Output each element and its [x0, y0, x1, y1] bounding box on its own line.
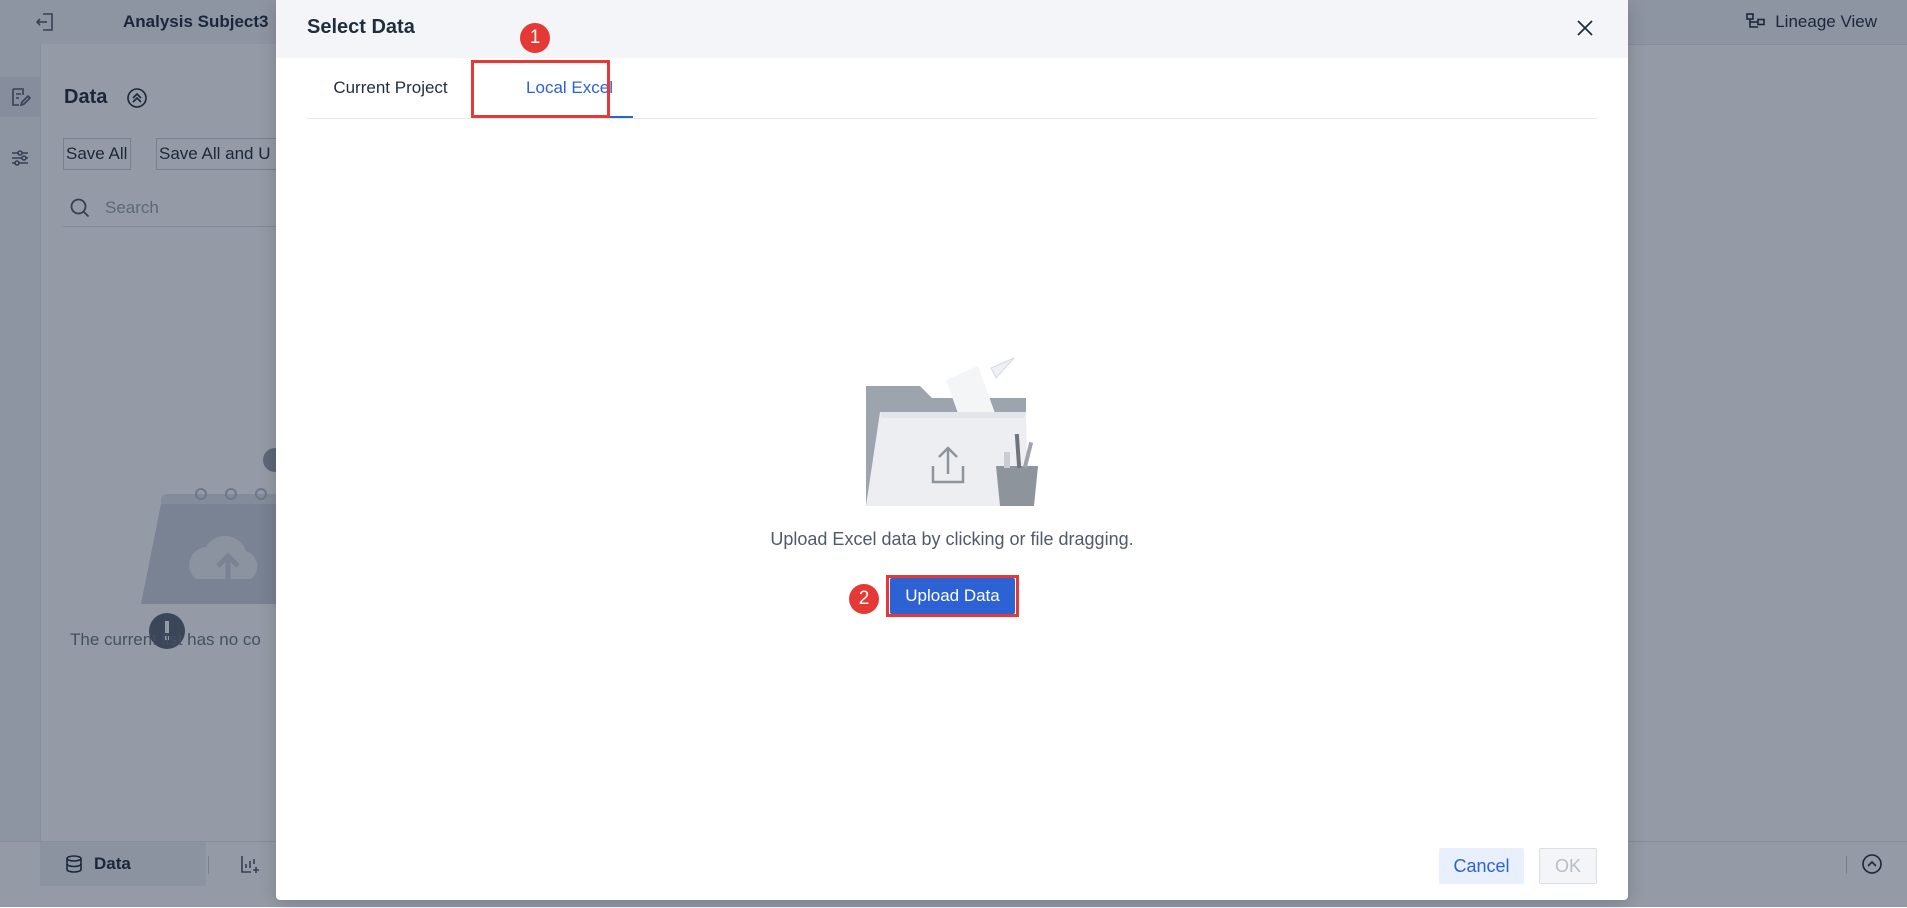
- active-tab-underline: [506, 116, 633, 118]
- ok-button[interactable]: OK: [1539, 848, 1597, 884]
- cancel-button[interactable]: Cancel: [1439, 848, 1524, 884]
- tab-local-excel[interactable]: Local Excel: [502, 58, 637, 118]
- close-icon: [1577, 20, 1593, 36]
- upload-folder-illustration: [866, 357, 1038, 506]
- upload-hint-text: Upload Excel data by clicking or file dr…: [770, 529, 1134, 549]
- annotation-badge-2: 2: [849, 584, 879, 614]
- annotation-badge-1: 1: [520, 23, 550, 53]
- dialog-header: Select Data: [276, 0, 1628, 58]
- tab-local-excel-label: Local Excel: [526, 78, 613, 97]
- upload-data-button[interactable]: Upload Data: [890, 578, 1015, 614]
- dialog-tabs: Current Project Local Excel: [307, 58, 1597, 119]
- dialog-title: Select Data: [307, 16, 415, 38]
- select-data-dialog: Select Data Current Project Local Excel …: [276, 0, 1628, 900]
- tab-current-project[interactable]: Current Project: [307, 58, 474, 118]
- close-button[interactable]: [1572, 15, 1598, 41]
